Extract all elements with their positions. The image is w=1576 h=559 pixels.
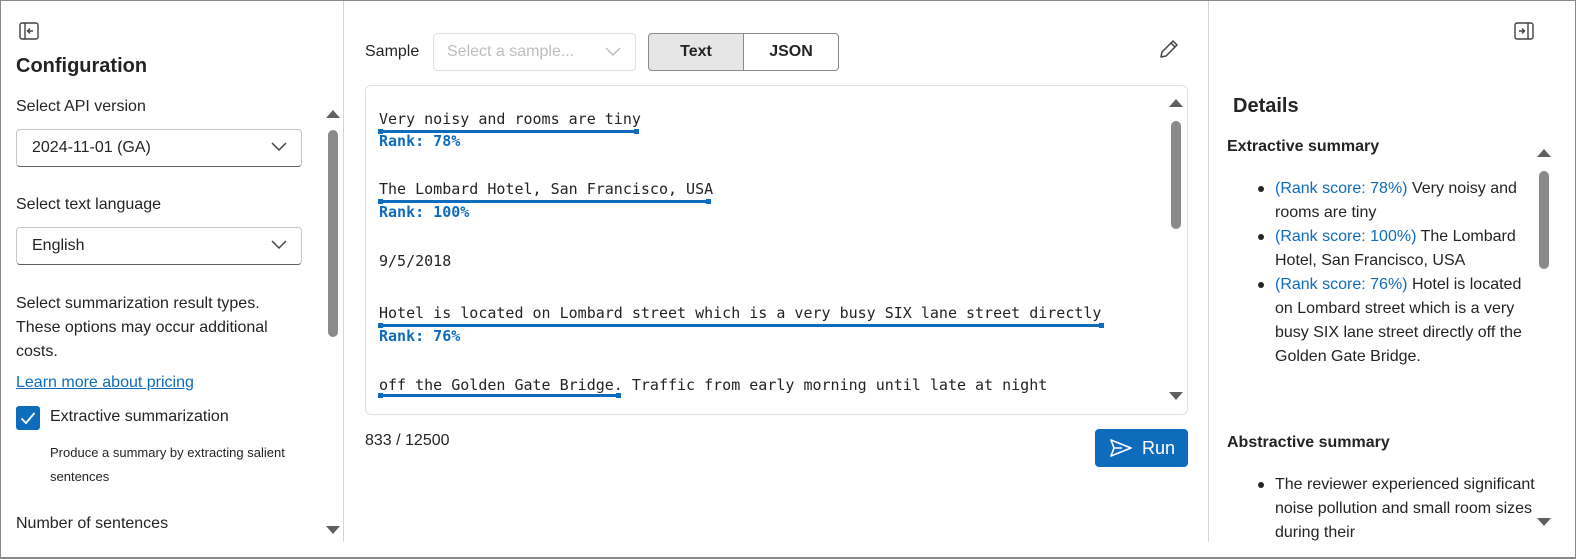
rank-label: Rank: 76% [379,327,461,345]
text-editor[interactable]: Very noisy and rooms are tiny Rank: 78% … [365,85,1188,415]
character-counter: 833 / 12500 [365,432,450,449]
api-version-label: Select API version [16,98,146,115]
number-of-sentences-label: Number of sentences [16,515,169,532]
configuration-title: Configuration [16,55,148,77]
extractive-label: Extractive summarization [50,408,229,425]
list-item: (Rank score: 76%) Hotel is located on Lo… [1227,273,1537,369]
input-panel: Sample Select a sample... Text JSON Very… [345,1,1207,542]
sample-placeholder: Select a sample... [447,43,575,60]
summary-text: The reviewer experienced significant noi… [1275,476,1535,541]
pencil-icon[interactable] [1157,37,1181,61]
sample-label: Sample [365,43,420,60]
config-scrollbar[interactable] [326,106,340,538]
rank-underline [378,323,1104,328]
pricing-link[interactable]: Learn more about pricing [16,374,194,392]
api-version-dropdown[interactable]: 2024-11-01 (GA) [16,129,302,167]
extractive-summary-title: Extractive summary [1227,138,1380,155]
sample-dropdown[interactable]: Select a sample... [433,33,636,71]
list-item: (Rank score: 78%) Very noisy and rooms a… [1227,177,1537,225]
text-language-value: English [32,237,85,254]
scrollbar-thumb[interactable] [1539,171,1549,269]
scrollbar-thumb[interactable] [328,130,338,337]
rank-label: Rank: 78% [379,132,461,150]
text-language-dropdown[interactable]: English [16,227,302,265]
editor-line: Hotel is located on Lombard street which… [379,304,1102,322]
rank-score: (Rank score: 76%) [1275,276,1408,293]
api-version-value: 2024-11-01 (GA) [32,139,151,156]
editor-line: Very noisy and rooms are tiny [379,110,641,128]
text-language-label: Select text language [16,196,161,213]
editor-line: off the Golden Gate Bridge. Traffic from… [379,376,1048,394]
editor-line: 9/5/2018 [379,252,452,270]
details-title: Details [1233,95,1299,117]
list-item: The reviewer experienced significant noi… [1227,473,1537,542]
tab-json[interactable]: JSON [743,33,839,71]
rank-score: (Rank score: 100%) [1275,228,1417,245]
scroll-down-arrow-icon[interactable] [1537,518,1551,526]
chevron-down-icon [271,240,287,250]
list-item: (Rank score: 100%) The Lombard Hotel, Sa… [1227,225,1537,273]
scroll-up-arrow-icon[interactable] [1169,99,1183,107]
extractive-description: Produce a summary by extracting salient … [50,445,285,484]
scroll-down-arrow-icon[interactable] [326,526,340,534]
scroll-down-arrow-icon[interactable] [1169,392,1183,400]
rank-underline [378,393,621,398]
panel-collapse-icon[interactable] [19,22,39,40]
abstractive-summary-title: Abstractive summary [1227,434,1390,451]
scrollbar-thumb[interactable] [1171,121,1181,229]
send-icon [1110,439,1132,457]
tab-text[interactable]: Text [648,33,744,71]
scroll-up-arrow-icon[interactable] [1537,149,1551,157]
run-label: Run [1142,438,1176,458]
run-button[interactable]: Run [1095,429,1188,467]
extractive-checkbox[interactable] [16,406,40,430]
result-types-description: Select summarization result types. These… [16,295,268,360]
scroll-up-arrow-icon[interactable] [326,110,340,118]
rank-score: (Rank score: 78%) [1275,180,1408,197]
chevron-down-icon [605,47,621,57]
chevron-down-icon [271,142,287,152]
rank-label: Rank: 100% [379,203,470,221]
configuration-panel: Configuration Select API version 2024-11… [1,1,344,542]
checkmark-icon [20,412,36,425]
editor-line: The Lombard Hotel, San Francisco, USA [379,180,714,198]
extractive-summary-list: (Rank score: 78%) Very noisy and rooms a… [1227,177,1537,369]
panel-expand-icon[interactable] [1514,22,1534,40]
editor-content: Very noisy and rooms are tiny Rank: 78% … [378,86,1104,410]
details-panel: Details Extractive summary (Rank score: … [1208,1,1574,542]
abstractive-summary-list: The reviewer experienced significant noi… [1227,473,1537,542]
